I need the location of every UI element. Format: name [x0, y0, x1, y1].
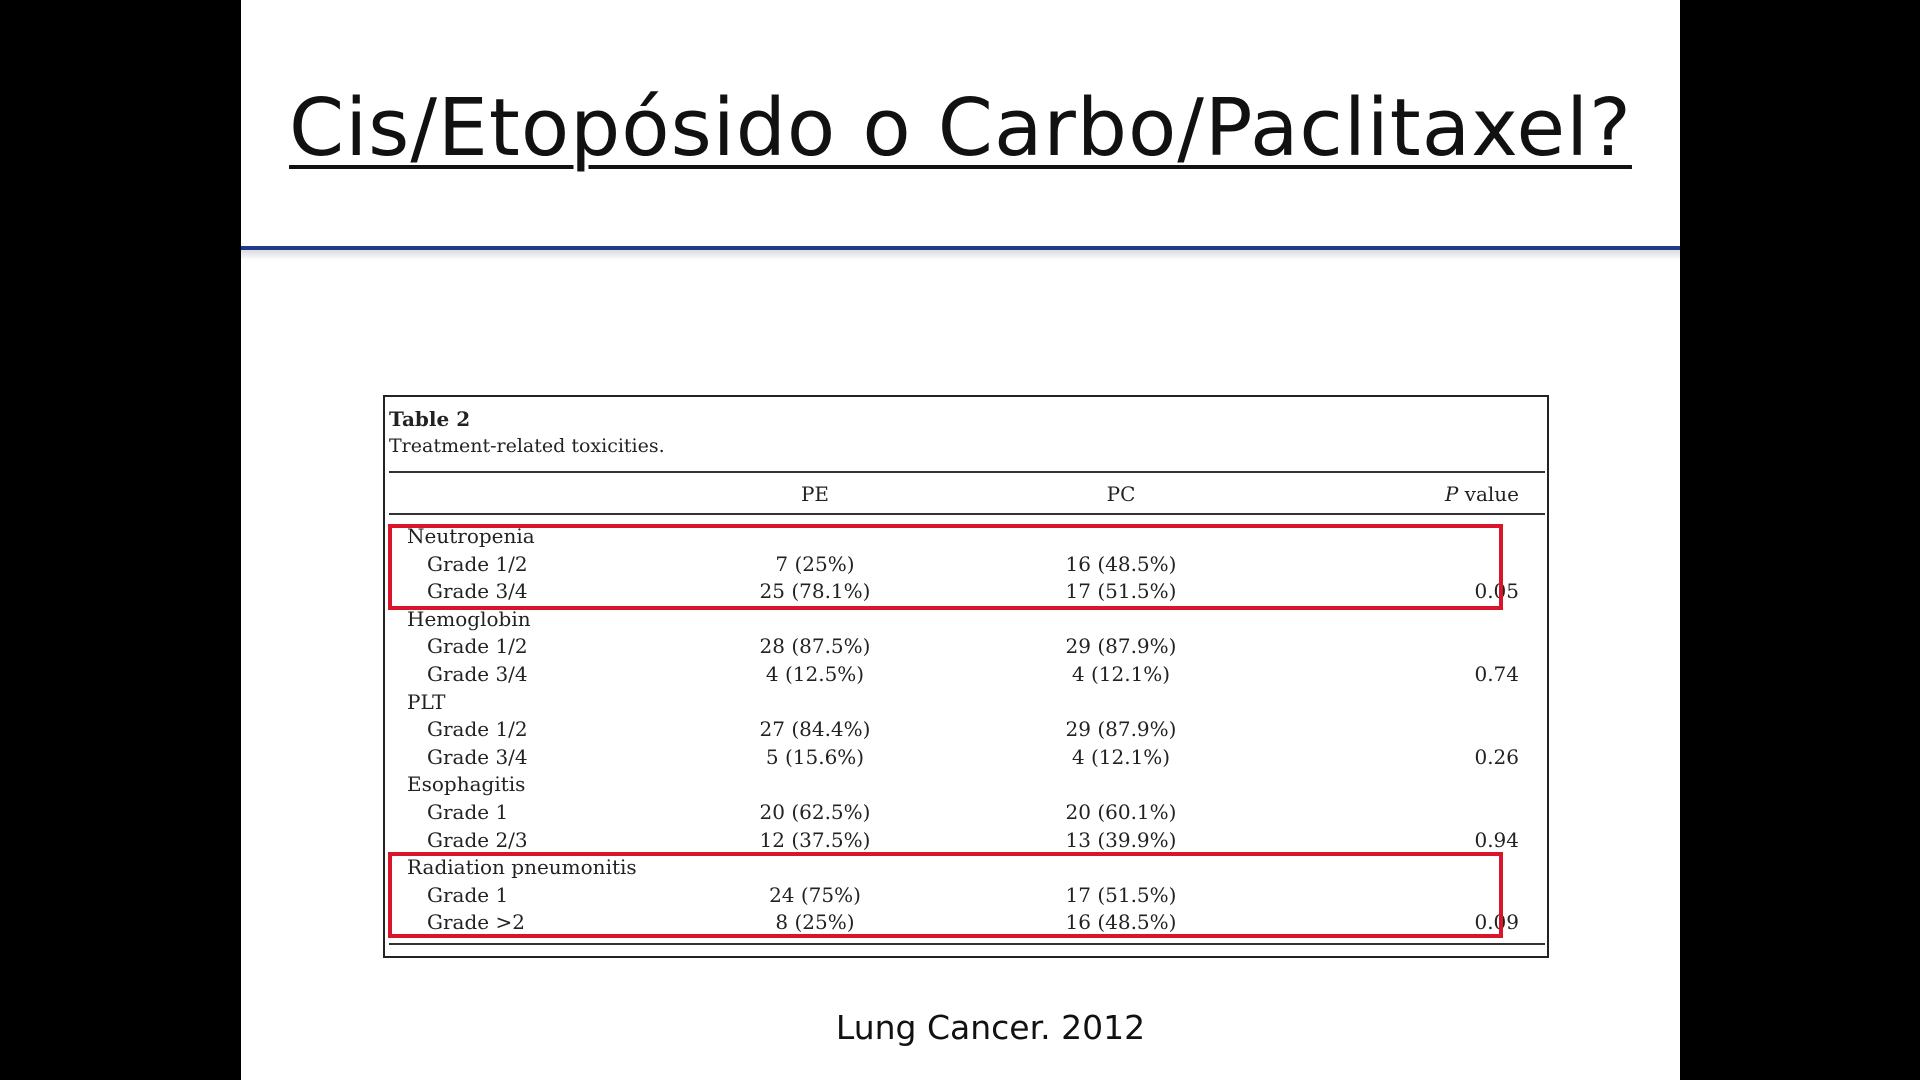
cell-pe: 24 (75%)	[769, 883, 861, 907]
row-label-category: PLT	[407, 690, 446, 714]
row-label-grade: Grade 1/2	[427, 552, 528, 576]
title-divider-shadow	[241, 250, 1680, 260]
cell-pe: 7 (25%)	[775, 552, 855, 576]
highlight-box-neutropenia	[388, 524, 1503, 610]
table-caption: Treatment-related toxicities.	[389, 435, 665, 457]
cell-pe: 12 (37.5%)	[759, 828, 871, 852]
cell-pc: 29 (87.9%)	[1065, 634, 1177, 658]
row-label-grade: Grade 1/2	[427, 634, 528, 658]
cell-pe: 4 (12.5%)	[765, 662, 865, 686]
cell-pc: 4 (12.1%)	[1071, 662, 1171, 686]
cell-pc: 13 (39.9%)	[1065, 828, 1177, 852]
cell-pe: 25 (78.1%)	[759, 579, 871, 603]
cell-p-value: 0.94	[1474, 828, 1519, 852]
toxicity-table: Table 2 Treatment-related toxicities. PE…	[383, 395, 1549, 958]
slide: Cis/Etopósido o Carbo/Paclitaxel? Table …	[241, 0, 1680, 1080]
cell-p-value: 0.74	[1474, 662, 1519, 686]
citation: Lung Cancer. 2012	[835, 1008, 1146, 1047]
cell-pc: 17 (51.5%)	[1065, 883, 1177, 907]
cell-pc: 29 (87.9%)	[1065, 717, 1177, 741]
table-rule-top	[389, 471, 1545, 473]
header-p-rest: value	[1458, 482, 1519, 506]
row-label-grade: Grade 2/3	[427, 828, 528, 852]
cell-p-value: 0.05	[1474, 579, 1519, 603]
cell-pe: 8 (25%)	[775, 910, 855, 934]
cell-pe: 28 (87.5%)	[759, 634, 871, 658]
header-pe: PE	[800, 482, 830, 506]
cell-pc: 16 (48.5%)	[1065, 910, 1177, 934]
cell-pc: 17 (51.5%)	[1065, 579, 1177, 603]
table-rule-bottom	[389, 943, 1545, 945]
slide-title: Cis/Etopósido o Carbo/Paclitaxel?	[289, 82, 1632, 174]
cell-p-value: 0.26	[1474, 745, 1519, 769]
row-label-grade: Grade 3/4	[427, 745, 528, 769]
cell-p-value: 0.09	[1474, 910, 1519, 934]
row-label-grade: Grade 1/2	[427, 717, 528, 741]
row-label-category: Radiation pneumonitis	[407, 855, 637, 879]
table-label: Table 2	[389, 407, 471, 431]
row-label-category: Esophagitis	[407, 772, 526, 796]
table-rule-header	[389, 513, 1545, 515]
cell-pc: 16 (48.5%)	[1065, 552, 1177, 576]
cell-pc: 20 (60.1%)	[1065, 800, 1177, 824]
row-label-category: Hemoglobin	[407, 607, 531, 631]
row-label-grade: Grade 1	[427, 883, 509, 907]
header-p-italic: P	[1444, 482, 1459, 506]
cell-pc: 4 (12.1%)	[1071, 745, 1171, 769]
row-label-grade: Grade >2	[427, 910, 525, 934]
row-label-grade: Grade 3/4	[427, 579, 528, 603]
header-p-value: P value	[1415, 482, 1519, 506]
row-label-grade: Grade 1	[427, 800, 509, 824]
row-label-category: Neutropenia	[407, 524, 535, 548]
cell-pe: 27 (84.4%)	[759, 717, 871, 741]
row-label-grade: Grade 3/4	[427, 662, 528, 686]
cell-pe: 20 (62.5%)	[759, 800, 871, 824]
header-pc: PC	[1106, 482, 1136, 506]
cell-pe: 5 (15.6%)	[765, 745, 865, 769]
